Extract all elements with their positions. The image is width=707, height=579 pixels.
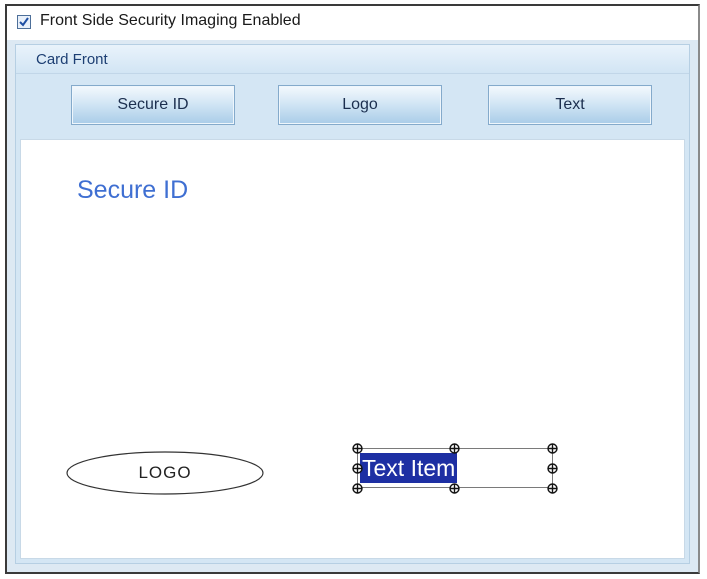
logo-item[interactable]: LOGO bbox=[65, 450, 265, 501]
secure-id-item[interactable]: Secure ID bbox=[77, 176, 188, 205]
checkmark-icon bbox=[19, 17, 29, 27]
card-canvas[interactable]: Secure ID LOGO Text Item bbox=[20, 139, 685, 559]
secure-id-button[interactable]: Secure ID bbox=[71, 85, 235, 125]
text-item-box[interactable]: Text Item bbox=[357, 448, 553, 488]
card-front-panel: Card Front Secure ID Logo Text Secure ID… bbox=[15, 44, 690, 564]
security-imaging-checkbox[interactable] bbox=[17, 15, 31, 29]
top-row: Front Side Security Imaging Enabled bbox=[7, 6, 698, 40]
security-imaging-frame: Front Side Security Imaging Enabled Card… bbox=[5, 4, 700, 574]
resize-handle-right-icon[interactable] bbox=[547, 463, 558, 474]
resize-handle-left-icon[interactable] bbox=[352, 463, 363, 474]
logo-button[interactable]: Logo bbox=[278, 85, 442, 125]
resize-handle-top-right-icon[interactable] bbox=[547, 443, 558, 454]
resize-handle-top-left-icon[interactable] bbox=[352, 443, 363, 454]
panel-header: Card Front bbox=[16, 45, 689, 74]
resize-handle-bottom-right-icon[interactable] bbox=[547, 483, 558, 494]
resize-handle-top-icon[interactable] bbox=[449, 443, 460, 454]
panel-title: Card Front bbox=[36, 51, 108, 68]
logo-label: LOGO bbox=[138, 463, 192, 482]
text-item[interactable]: Text Item bbox=[351, 442, 558, 494]
text-button[interactable]: Text bbox=[488, 85, 652, 125]
security-imaging-label: Front Side Security Imaging Enabled bbox=[40, 12, 301, 29]
resize-handle-bottom-icon[interactable] bbox=[449, 483, 460, 494]
text-item-selection[interactable]: Text Item bbox=[360, 453, 458, 483]
resize-handle-bottom-left-icon[interactable] bbox=[352, 483, 363, 494]
